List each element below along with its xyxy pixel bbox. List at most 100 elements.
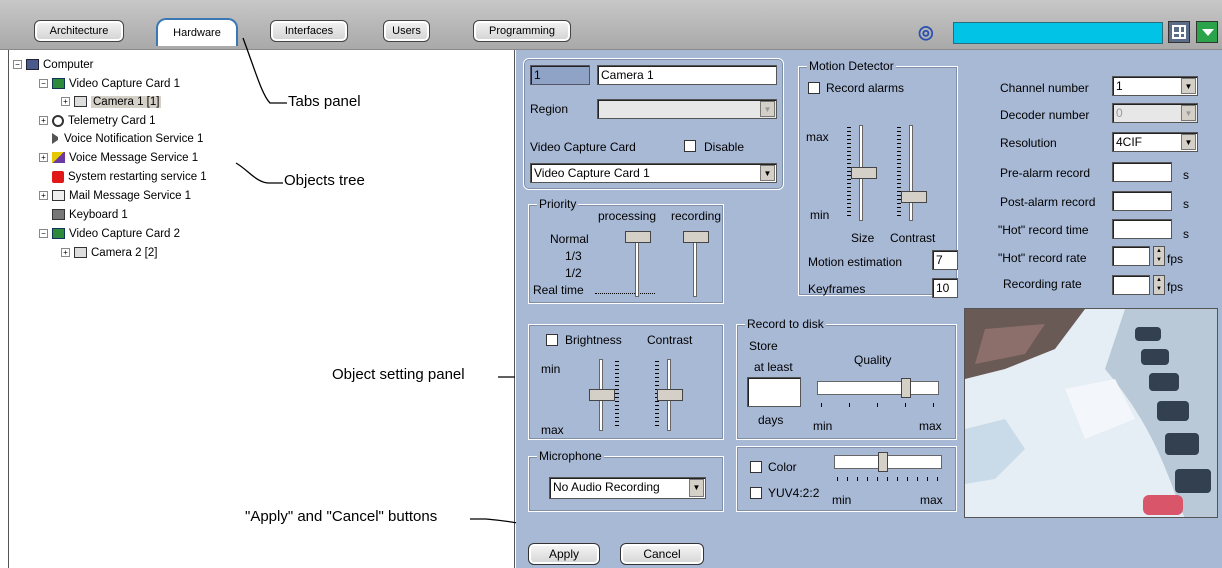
chevron-down-icon: ▼ [689, 479, 704, 497]
postalarm-unit: s [1183, 197, 1189, 211]
vcc-label: Video Capture Card [530, 140, 636, 154]
yuv-label: YUV4:2:2 [768, 486, 820, 500]
dotted-guide [595, 293, 655, 294]
brightness-checkbox[interactable] [546, 334, 558, 346]
color-slider-thumb[interactable] [878, 452, 889, 472]
prealarm-field[interactable] [1112, 162, 1172, 182]
brightness-label: Brightness [565, 333, 622, 347]
vcc-dropdown[interactable]: Video Capture Card 1 ▼ [530, 163, 777, 183]
motion-min-label: min [810, 208, 830, 222]
record-alarms-checkbox[interactable] [808, 82, 820, 94]
disable-label: Disable [704, 140, 745, 154]
recording-label: recording [671, 209, 722, 223]
postalarm-field[interactable] [1112, 191, 1172, 211]
postalarm-label: Post-alarm record [1000, 195, 1096, 209]
hot-rate-field[interactable] [1112, 246, 1150, 266]
camera-id-field[interactable]: 1 [530, 65, 590, 85]
contrast-slider-thumb[interactable] [901, 191, 927, 203]
camera-preview-drawing [965, 309, 1217, 517]
resolution-label: Resolution [1000, 136, 1057, 150]
rec-rate-spinner[interactable]: ▲ ▼ [1153, 275, 1165, 295]
record-alarms-label: Record alarms [826, 81, 905, 95]
chevron-down-icon: ▼ [760, 165, 775, 181]
prealarm-label: Pre-alarm record [1000, 166, 1091, 180]
motion-estimation-label: Motion estimation [808, 255, 903, 269]
priority-title: Priority [537, 197, 579, 211]
bottom-bar: Apply Cancel [516, 540, 1222, 568]
color-max-label: max [920, 493, 943, 507]
keyframes-field[interactable]: 10 [932, 278, 958, 298]
motion-max-label: max [806, 130, 829, 144]
quality-label: Quality [854, 353, 892, 367]
disable-checkbox[interactable] [684, 140, 696, 152]
chevron-down-icon: ▼ [1181, 78, 1196, 94]
contrast-slider-track [909, 125, 913, 221]
camera-name-field[interactable]: Camera 1 [597, 65, 777, 85]
chevron-down-icon: ▼ [1181, 134, 1196, 150]
record-to-disk-group: Record to disk Store at least Quality da… [736, 317, 957, 440]
processing-slider-thumb[interactable] [625, 231, 651, 243]
prealarm-unit: s [1183, 168, 1189, 182]
microphone-dropdown[interactable]: No Audio Recording ▼ [549, 477, 706, 499]
microphone-value: No Audio Recording [553, 480, 660, 494]
rec-rate-field[interactable] [1112, 275, 1150, 295]
motion-detector-group: Motion Detector Record alarms max min Si… [798, 59, 958, 298]
motion-title: Motion Detector [807, 59, 896, 73]
contrast-adjust-slider-thumb[interactable] [657, 389, 683, 401]
size-slider-thumb[interactable] [851, 167, 877, 179]
contrast-ticks [897, 127, 901, 219]
processing-label: processing [598, 209, 657, 223]
resolution-dropdown[interactable]: 4CIF ▼ [1112, 132, 1198, 152]
at-least-label: at least [754, 360, 793, 374]
hot-rate-label: "Hot" record rate [998, 251, 1087, 265]
adjust-contrast-label: Contrast [647, 333, 693, 347]
chevron-down-icon: ▼ [1181, 105, 1196, 121]
region-dropdown[interactable]: ▼ [597, 99, 777, 119]
days-label: days [758, 413, 784, 427]
hot-time-field[interactable] [1112, 219, 1172, 239]
adjust-max-label: max [541, 423, 564, 437]
color-group: Color YUV4:2:2 min max [736, 446, 957, 512]
camera-preview-image [964, 308, 1218, 518]
rec-rate-unit: fps [1167, 280, 1184, 294]
annotation-objects-tree: Objects tree [284, 172, 365, 189]
store-days-field[interactable] [747, 377, 801, 407]
channel-value: 1 [1116, 79, 1123, 93]
hot-rate-unit: fps [1167, 252, 1184, 266]
hot-time-unit: s [1183, 227, 1189, 241]
one-third-label: 1/3 [565, 249, 582, 263]
quality-max-label: max [919, 419, 942, 433]
annotation-apply-cancel: "Apply" and "Cancel" buttons [245, 508, 438, 525]
record-disk-title: Record to disk [745, 317, 826, 331]
normal-label: Normal [550, 232, 589, 246]
microphone-title: Microphone [537, 449, 604, 463]
rec-rate-label: Recording rate [1003, 277, 1082, 291]
contrast-label: Contrast [890, 231, 936, 245]
quality-ticks [821, 403, 937, 407]
hot-rate-spinner[interactable]: ▲ ▼ [1153, 246, 1165, 266]
realtime-label: Real time [533, 283, 584, 297]
decoder-dropdown[interactable]: 0 ▼ [1112, 103, 1198, 123]
annotation-tabs-panel: Tabs panel [288, 93, 361, 110]
color-min-label: min [832, 493, 852, 507]
color-checkbox[interactable] [750, 461, 762, 473]
region-label: Region [530, 102, 569, 116]
vcc-value: Video Capture Card 1 [534, 166, 650, 180]
chevron-down-icon: ▼ [760, 101, 775, 117]
object-setting-panel: 1 Camera 1 Region ▼ Video Capture Card D… [516, 50, 1222, 540]
image-adjust-group: Brightness Contrast min max [528, 324, 724, 440]
color-ticks [837, 477, 939, 481]
cancel-button[interactable]: Cancel [620, 543, 704, 565]
yuv-checkbox[interactable] [750, 487, 762, 499]
camera-settings-group: 1 Camera 1 Region ▼ Video Capture Card D… [523, 58, 784, 190]
motion-estimation-field[interactable]: 7 [932, 250, 958, 270]
half-label: 1/2 [565, 266, 582, 280]
microphone-group: Microphone No Audio Recording ▼ [528, 449, 724, 512]
brightness-slider-thumb[interactable] [589, 389, 615, 401]
annotation-object-setting-panel: Object setting panel [332, 366, 465, 383]
recording-slider-thumb[interactable] [683, 231, 709, 243]
channel-label: Channel number [1000, 81, 1089, 95]
channel-dropdown[interactable]: 1 ▼ [1112, 76, 1198, 96]
apply-button[interactable]: Apply [528, 543, 600, 565]
quality-slider-thumb[interactable] [901, 378, 911, 398]
